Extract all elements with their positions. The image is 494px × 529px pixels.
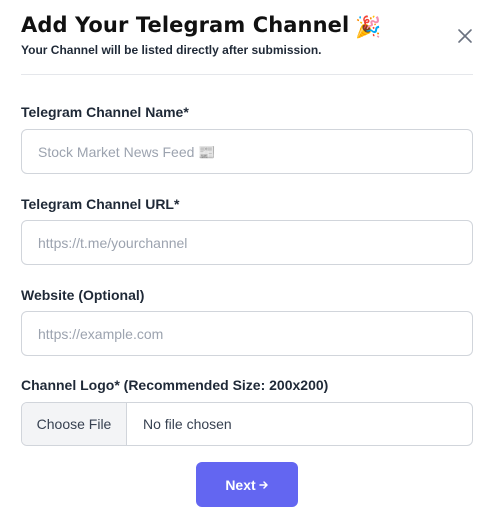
title-text: Add Your Telegram Channel — [21, 13, 350, 37]
modal-subtitle: Your Channel will be listed directly aft… — [21, 43, 322, 57]
header-divider — [21, 74, 473, 75]
channel-url-input[interactable] — [21, 220, 473, 265]
party-popper-icon: 🎉 — [355, 15, 382, 39]
website-label: Website (Optional) — [21, 287, 145, 303]
next-label: Next — [225, 476, 256, 493]
channel-name-label: Telegram Channel Name* — [21, 104, 189, 120]
add-channel-modal: Add Your Telegram Channel 🎉 Your Channel … — [0, 0, 494, 529]
close-icon — [458, 29, 472, 43]
channel-url-label: Telegram Channel URL* — [21, 196, 180, 212]
channel-logo-label: Channel Logo* (Recommended Size: 200x200… — [21, 377, 329, 393]
channel-name-input[interactable] — [21, 129, 473, 174]
channel-logo-file-input[interactable]: Choose File No file chosen — [21, 402, 473, 446]
next-button[interactable]: Next — [196, 462, 298, 507]
choose-file-button[interactable]: Choose File — [22, 403, 127, 445]
website-input[interactable] — [21, 311, 473, 356]
modal-title: Add Your Telegram Channel 🎉 — [21, 13, 382, 40]
close-button[interactable] — [456, 27, 474, 45]
file-status: No file chosen — [143, 416, 232, 432]
arrow-right-icon — [258, 480, 268, 489]
